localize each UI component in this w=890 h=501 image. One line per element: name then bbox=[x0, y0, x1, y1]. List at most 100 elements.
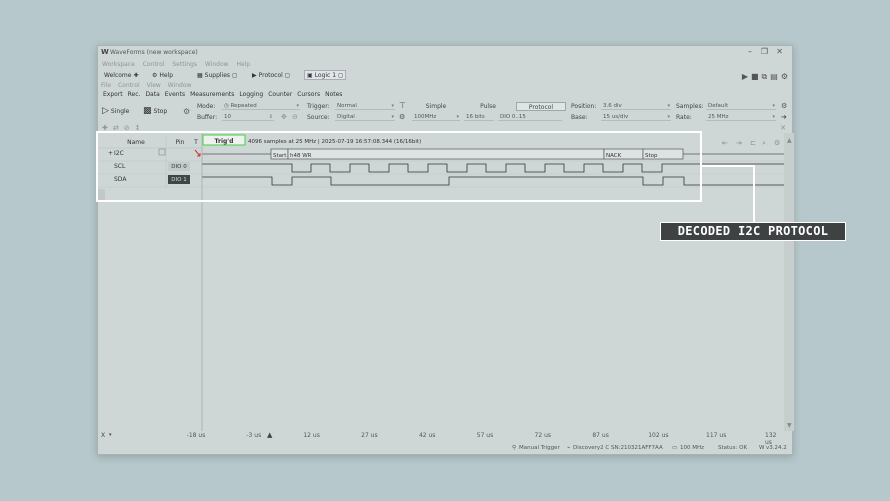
trigger-position-marker-icon[interactable]: ▲ bbox=[267, 431, 272, 439]
channel-name: SDA bbox=[114, 176, 127, 183]
scroll-down-icon[interactable]: ▼ bbox=[787, 422, 792, 429]
menu-control-sub[interactable]: Control bbox=[118, 82, 140, 89]
tab-logic-1[interactable]: ▣ Logic 1 ◻ bbox=[304, 70, 347, 80]
menu-rec[interactable]: Rec. bbox=[128, 91, 141, 98]
callout-connector bbox=[700, 165, 755, 223]
add-channel-icon[interactable]: ✚ bbox=[102, 124, 108, 132]
move-icon[interactable]: ✥ bbox=[281, 113, 287, 121]
decode-address-segment[interactable] bbox=[287, 148, 605, 160]
rate-label: Rate: bbox=[676, 114, 692, 121]
axis-tick-label: 117 us bbox=[706, 432, 727, 439]
menu-logging[interactable]: Logging bbox=[239, 91, 263, 98]
tab-close-icon[interactable]: ◻ bbox=[338, 72, 343, 79]
chevron-down-icon: ▾ bbox=[772, 114, 775, 120]
chevron-down-icon: ▾ bbox=[391, 114, 394, 120]
maximize-button[interactable]: ❐ bbox=[761, 47, 768, 56]
menu-export[interactable]: Export bbox=[103, 91, 123, 98]
trigger-select[interactable]: Normal ▾ bbox=[335, 102, 395, 110]
bits-select[interactable]: 16 bits bbox=[464, 113, 494, 121]
decode-start: Start bbox=[273, 153, 287, 159]
annotation-label: DECODED I2C PROTOCOL bbox=[660, 222, 846, 241]
menu-data[interactable]: Data bbox=[145, 91, 159, 98]
signal-plot[interactable]: ▲ ▼ ⇤ ⇥ ⊏ ⌕ ⚙ Name Pin T + I2C SCL DIO 0 SDA DI… bbox=[98, 133, 794, 431]
axis-tick-label: -3 us bbox=[246, 432, 262, 439]
settings-small-icon[interactable]: ⚙ bbox=[781, 102, 787, 110]
remove-icon[interactable]: ⊘ bbox=[124, 124, 130, 132]
vertical-scrollbar[interactable] bbox=[784, 133, 794, 431]
version-label: v3.24.2 bbox=[766, 445, 787, 451]
menu-view[interactable]: View bbox=[147, 82, 161, 89]
samples-select[interactable]: Default ▾ bbox=[706, 102, 776, 110]
menu-file[interactable]: File bbox=[101, 82, 111, 89]
base-select[interactable]: 15 us/div ▾ bbox=[601, 113, 671, 121]
dio-select[interactable]: DIO 0..15 bbox=[498, 113, 562, 121]
source-select[interactable]: Digital ▾ bbox=[335, 113, 395, 121]
zoom-icon[interactable]: ⌕ bbox=[762, 139, 766, 147]
stop-button[interactable]: ▩ Stop bbox=[143, 106, 167, 116]
tab-close-icon[interactable]: ◻ bbox=[232, 72, 237, 79]
menu-workspace[interactable]: Workspace bbox=[102, 61, 135, 68]
column-header-trigger: T bbox=[193, 139, 198, 146]
clock-status[interactable]: 100 MHz bbox=[680, 445, 704, 451]
menu-window[interactable]: Window bbox=[205, 61, 229, 68]
protocol-trigger-tab[interactable]: Protocol bbox=[516, 102, 566, 111]
config-icon[interactable]: ⚙ bbox=[183, 107, 190, 116]
menu-cursors[interactable]: Cursors bbox=[297, 91, 320, 98]
chevron-down-icon[interactable]: ▾ bbox=[109, 432, 112, 438]
arrow-right-icon[interactable]: ➜ bbox=[781, 113, 787, 121]
bus-icon[interactable]: ⇄ bbox=[113, 124, 119, 132]
zoom-out-icon[interactable]: ⊖ bbox=[292, 113, 298, 121]
layout-icon[interactable]: ⧉ bbox=[762, 72, 768, 82]
mode-select[interactable]: ◷ Repeated ▾ bbox=[222, 102, 300, 110]
pulse-trigger-tab[interactable]: Pulse bbox=[464, 102, 512, 111]
menu-measurements[interactable]: Measurements bbox=[190, 91, 234, 98]
close-panel-icon[interactable]: ✕ bbox=[780, 124, 786, 132]
menu-notes[interactable]: Notes bbox=[325, 91, 342, 98]
channel-toolbar: ✚ ⇄ ⊘ ↕ bbox=[102, 124, 141, 132]
cursor2-icon[interactable]: ⇥ bbox=[736, 139, 742, 147]
stop-all-icon[interactable]: ■ bbox=[751, 72, 759, 82]
manual-trigger-status[interactable]: Manual Trigger bbox=[519, 445, 560, 451]
stop-icon: ▩ bbox=[143, 106, 152, 116]
run-all-icon[interactable]: ▶ bbox=[742, 72, 748, 82]
tab-help[interactable]: ⚙ Help bbox=[152, 70, 173, 80]
menu-settings[interactable]: Settings bbox=[172, 61, 197, 68]
row-handle[interactable] bbox=[98, 189, 105, 201]
single-button[interactable]: ▷ Single bbox=[102, 106, 129, 116]
menu-window-sub[interactable]: Window bbox=[168, 82, 192, 89]
fit-icon[interactable]: ⊏ bbox=[750, 139, 756, 147]
settings-icon[interactable]: ⚙ bbox=[781, 72, 788, 82]
tool-settings-icon[interactable]: ⚙ bbox=[774, 139, 780, 147]
close-button[interactable]: ✕ bbox=[776, 47, 783, 56]
tab-protocol[interactable]: ▶ Protocol ◻ bbox=[252, 70, 290, 80]
channel-pin: DIO 0 bbox=[171, 164, 187, 170]
axis-tick-label: 57 us bbox=[476, 432, 494, 439]
device-icon: ⌁ bbox=[567, 445, 571, 451]
menu-counter[interactable]: Counter bbox=[268, 91, 292, 98]
expand-icon[interactable]: + bbox=[108, 150, 113, 157]
buffer-input[interactable]: 10 ⇕ bbox=[222, 113, 274, 121]
chevron-down-icon: ▾ bbox=[391, 103, 394, 109]
position-input[interactable]: 3.6 div ▾ bbox=[601, 102, 671, 110]
connection-status[interactable]: Status: OK bbox=[718, 445, 747, 451]
simple-trigger-tab[interactable]: Simple bbox=[412, 102, 460, 111]
freq-select[interactable]: 100MHz ▾ bbox=[412, 113, 460, 121]
manual-trigger-icon: ⚲ bbox=[512, 445, 517, 451]
minimize-button[interactable]: – bbox=[748, 47, 752, 56]
scroll-up-icon[interactable]: ▲ bbox=[787, 137, 792, 144]
time-axis: X ▾ -18 us -3 us 12 us 27 us 42 us 57 us 72 us… bbox=[98, 431, 792, 446]
menu-help[interactable]: Help bbox=[236, 61, 250, 68]
sort-icon[interactable]: ↕ bbox=[135, 124, 141, 132]
tab-welcome[interactable]: Welcome ✚ bbox=[104, 70, 138, 80]
menu-events[interactable]: Events bbox=[165, 91, 185, 98]
rate-select[interactable]: 25 MHz ▾ bbox=[706, 113, 776, 121]
tab-supplies[interactable]: ▦ Supplies ◻ bbox=[197, 70, 237, 80]
device-status[interactable]: Discovery2 C SN:210321AFF7AA bbox=[573, 445, 663, 451]
menu-control[interactable]: Control bbox=[143, 61, 165, 68]
source-label: Source: bbox=[307, 114, 330, 121]
cursor-icon[interactable]: ⇤ bbox=[722, 139, 728, 147]
trigger-config-icon[interactable]: ⚙ bbox=[399, 113, 405, 121]
tab-close-icon[interactable]: ◻ bbox=[285, 72, 290, 79]
tile-icon[interactable]: ▤ bbox=[770, 72, 778, 82]
trigger-icon[interactable]: ⊤ bbox=[399, 101, 406, 110]
